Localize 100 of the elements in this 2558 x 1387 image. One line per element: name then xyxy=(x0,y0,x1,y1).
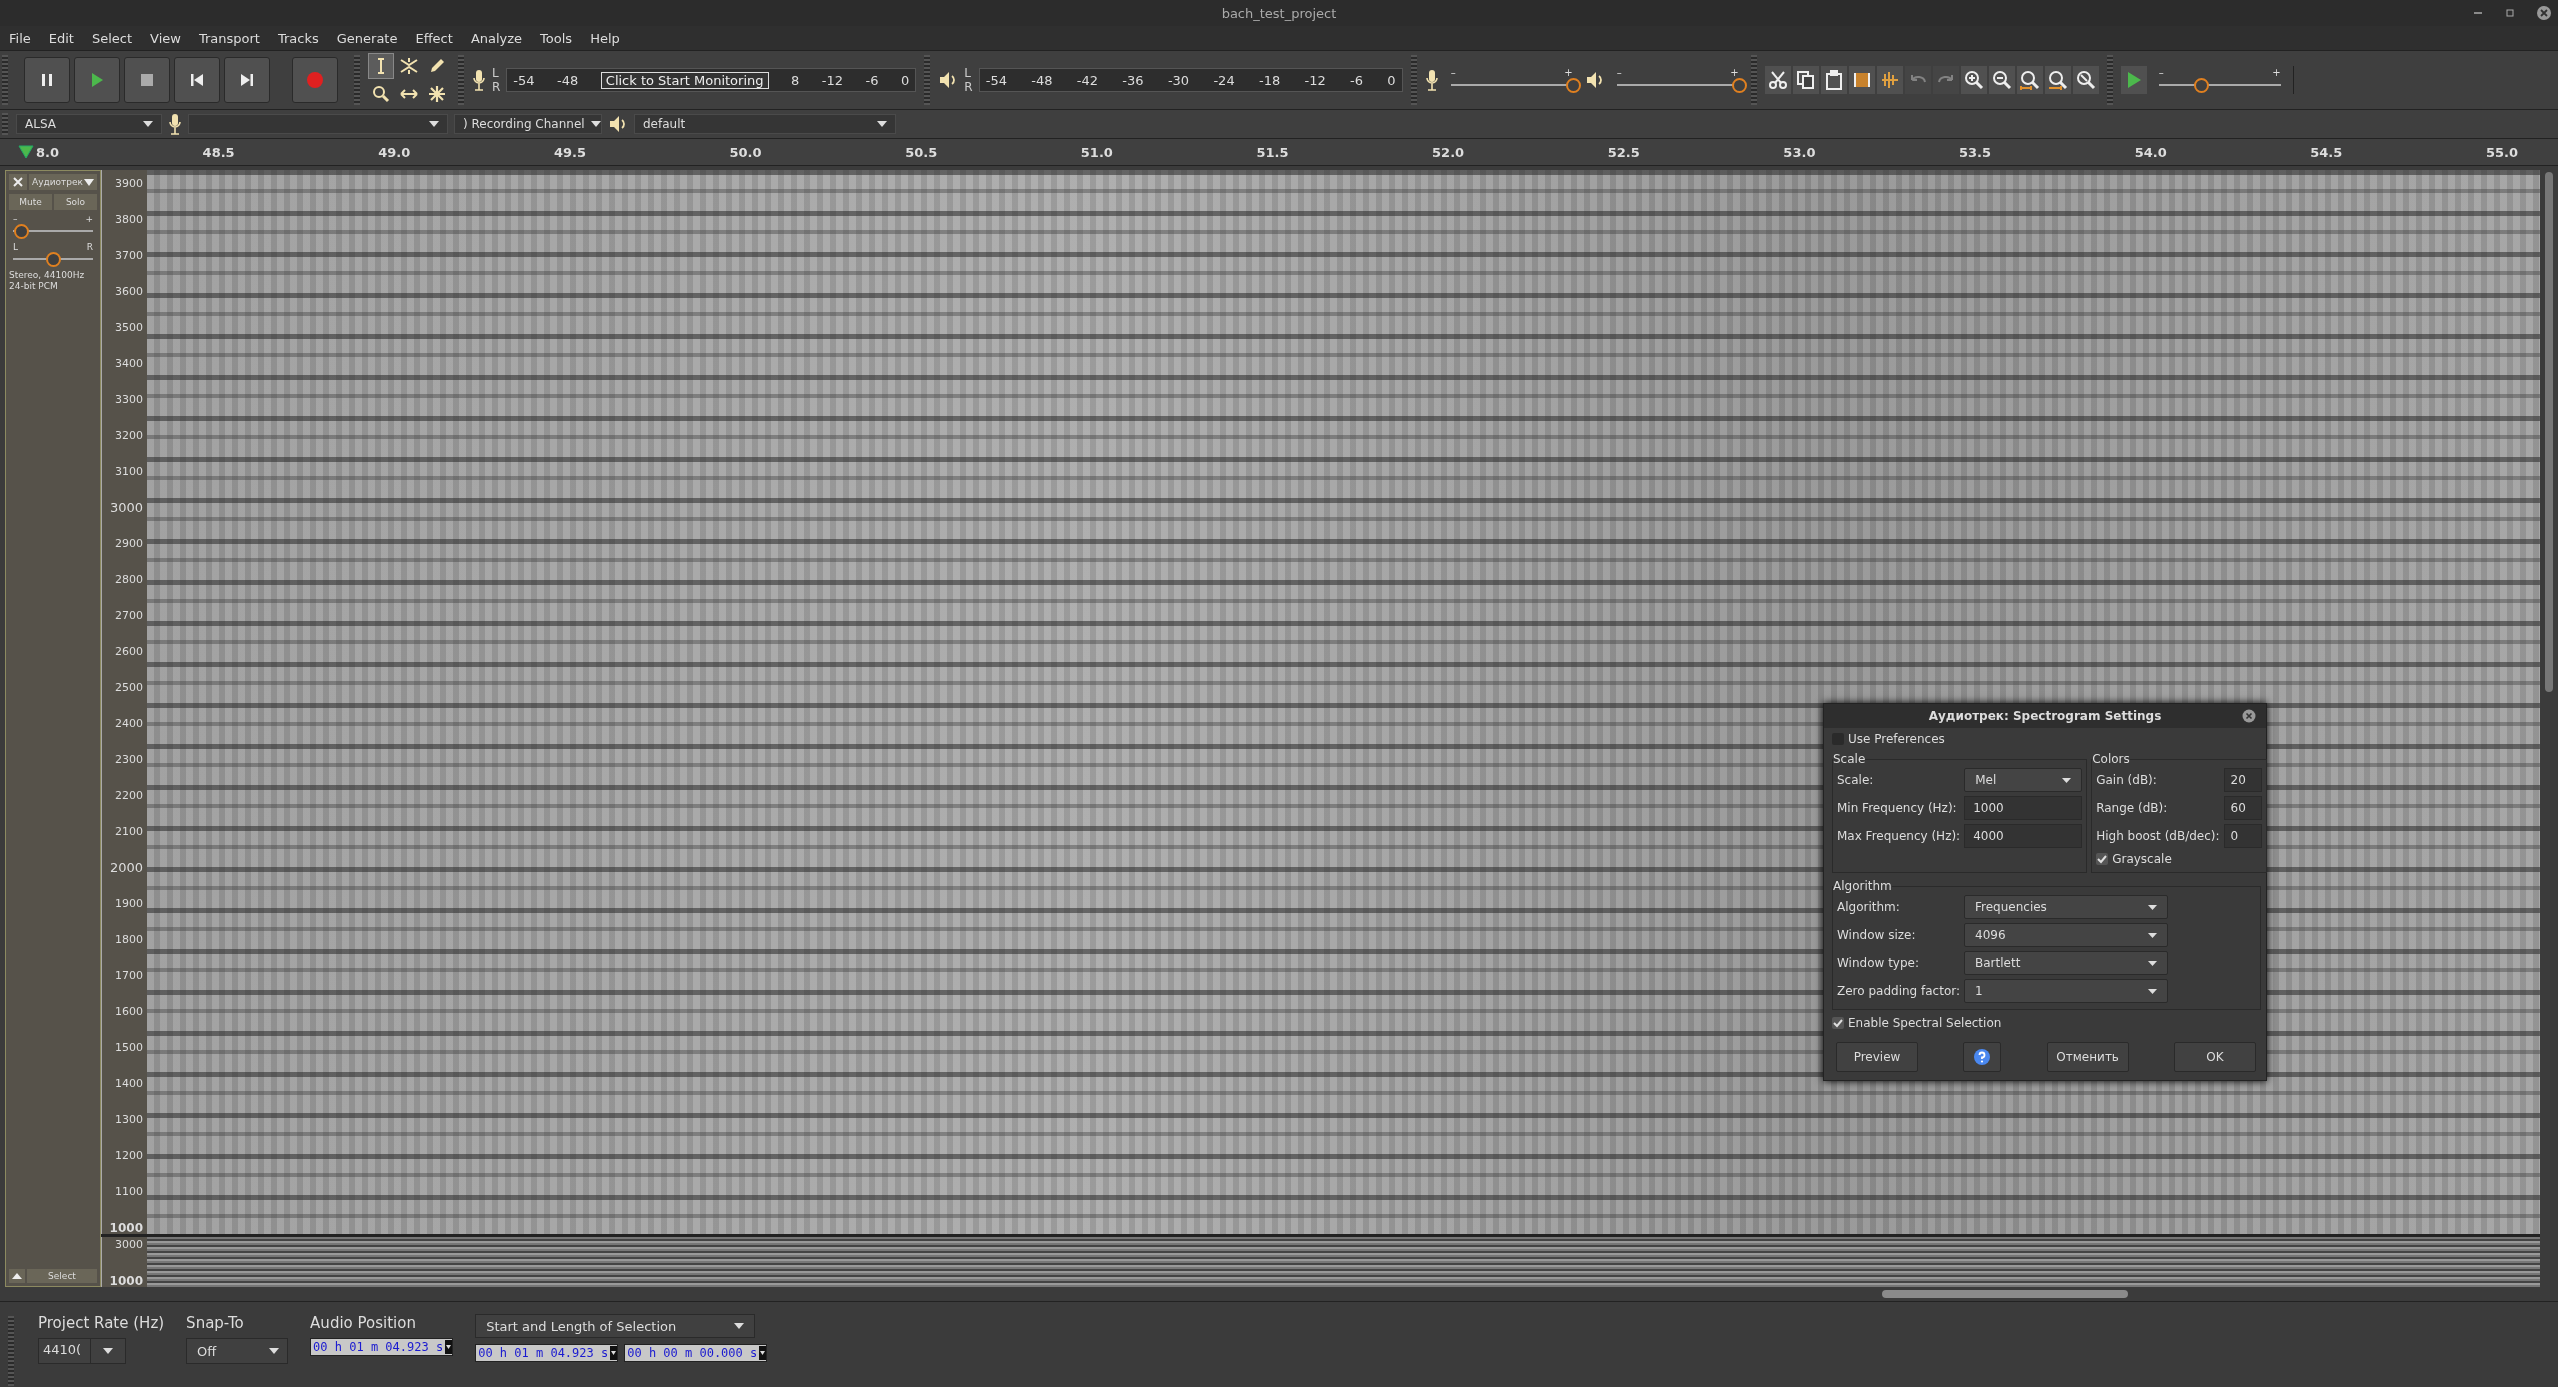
input-field[interactable]: 4000 xyxy=(1964,824,2083,848)
monitoring-prompt[interactable]: Click to Start Monitoring xyxy=(600,71,769,89)
input-field[interactable]: 1000 xyxy=(1964,796,2083,820)
select-track-button[interactable]: Select xyxy=(27,1269,97,1283)
menu-item[interactable]: Help xyxy=(590,30,620,46)
track-name-menu[interactable]: Аудиотрек xyxy=(29,174,97,190)
menu-item[interactable]: Tracks xyxy=(277,30,319,46)
frequency-scale-label: 2800 xyxy=(115,574,143,586)
input-field[interactable]: 0 xyxy=(2223,824,2262,848)
stop-button[interactable] xyxy=(124,57,170,103)
zoom-toggle-button[interactable] xyxy=(2072,66,2099,94)
play-at-speed-button[interactable] xyxy=(2120,66,2147,94)
spectrogram-drawing[interactable] xyxy=(147,170,2540,1234)
maximize-icon[interactable] xyxy=(2504,7,2516,19)
trim-button[interactable] xyxy=(1848,66,1875,94)
playback-speed-slider[interactable] xyxy=(2194,78,2210,93)
caret-icon xyxy=(2062,777,2072,783)
menu-item[interactable]: Edit xyxy=(48,30,74,46)
paste-button[interactable] xyxy=(1820,66,1847,94)
ruler-label: 55.0 xyxy=(2485,144,2518,160)
fit-project-button[interactable] xyxy=(2044,66,2071,94)
magnifier-icon xyxy=(372,85,390,103)
gain-slider[interactable] xyxy=(14,224,29,239)
frequency-scale-label: 2600 xyxy=(115,646,143,658)
checkbox[interactable] xyxy=(1832,1017,1844,1029)
dropdown[interactable]: 1 xyxy=(1964,979,2168,1003)
clipboard-icon xyxy=(1823,70,1844,90)
ok-button[interactable]: OK xyxy=(2174,1042,2256,1072)
time-field[interactable]: 00 h 00 m 00.000 s xyxy=(624,1344,768,1362)
input-field[interactable]: 20 xyxy=(2223,768,2262,792)
pause-button[interactable] xyxy=(24,57,70,103)
input-field[interactable]: 60 xyxy=(2223,796,2262,820)
preview-button[interactable]: Preview xyxy=(1836,1042,1918,1072)
close-track-button[interactable] xyxy=(9,174,27,190)
caret-icon xyxy=(590,121,601,127)
caret-icon xyxy=(877,121,887,127)
time-field[interactable]: 00 h 01 m 04.923 s xyxy=(310,1338,454,1356)
snap-to-dropdown[interactable]: Off xyxy=(186,1338,289,1364)
selection-mode-dropdown[interactable]: Start and Length of Selection xyxy=(475,1314,756,1338)
frequency-scale-label: 2400 xyxy=(115,718,143,730)
frequency-scale-label: 1700 xyxy=(115,970,143,982)
menu-item[interactable]: Generate xyxy=(336,30,398,46)
frequency-scale-label: 2100 xyxy=(115,826,143,838)
silence-button[interactable] xyxy=(1876,66,1903,94)
help-button[interactable] xyxy=(1963,1042,2002,1072)
field-label: Max Frequency (Hz): xyxy=(1837,829,1961,843)
cut-button[interactable] xyxy=(1764,66,1791,94)
checkbox-label: Enable Spectral Selection xyxy=(1848,1016,2002,1030)
caret-icon[interactable] xyxy=(445,1340,453,1354)
record-button[interactable] xyxy=(292,57,338,103)
menu-item[interactable]: Effect xyxy=(415,30,453,46)
audio-host-dropdown[interactable]: ALSA xyxy=(16,114,162,134)
scale-dropdown[interactable]: Mel xyxy=(1964,768,2083,792)
microphone-icon[interactable] xyxy=(472,69,486,91)
vertical-scrollbar[interactable] xyxy=(2545,172,2553,692)
spectrogram-drawing[interactable] xyxy=(147,1237,2540,1287)
pause-icon xyxy=(39,72,55,88)
solo-button[interactable]: Solo xyxy=(54,194,97,210)
toolbar-grip[interactable] xyxy=(2,113,8,135)
skip-to-end-button[interactable] xyxy=(224,57,270,103)
copy-button[interactable] xyxy=(1792,66,1819,94)
pan-slider[interactable] xyxy=(46,252,61,267)
recording-channels-dropdown[interactable]: ) Recording Channel xyxy=(454,114,602,134)
checkbox[interactable] xyxy=(2096,853,2109,865)
cancel-button[interactable]: Отменить xyxy=(2046,1042,2129,1072)
checkbox-label: Use Preferences xyxy=(1848,732,1945,746)
collapse-button[interactable] xyxy=(9,1269,25,1283)
menu-item[interactable]: Transport xyxy=(198,30,260,46)
menu-item[interactable]: Tools xyxy=(540,30,573,46)
playback-volume-slider[interactable] xyxy=(1731,78,1747,93)
speaker-icon xyxy=(608,114,628,134)
menu-item[interactable]: View xyxy=(150,30,181,46)
close-icon[interactable] xyxy=(2536,5,2552,21)
play-button[interactable] xyxy=(74,57,120,103)
play-head-icon[interactable] xyxy=(18,145,34,159)
zoom-out-button[interactable] xyxy=(1988,66,2015,94)
horizontal-scrollbar[interactable] xyxy=(1882,1290,2128,1298)
caret-icon[interactable] xyxy=(759,1346,767,1360)
frequency-scale-label: 3100 xyxy=(115,466,143,478)
time-field[interactable]: 00 h 01 m 04.923 s xyxy=(475,1344,619,1362)
zoom-in-button[interactable] xyxy=(1960,66,1987,94)
fit-selection-button[interactable] xyxy=(2016,66,2043,94)
close-icon[interactable] xyxy=(2242,709,2256,723)
dropdown[interactable]: 4096 xyxy=(1964,923,2168,947)
menu-item[interactable]: Select xyxy=(91,30,133,46)
skip-to-start-button[interactable] xyxy=(174,57,220,103)
caret-icon[interactable] xyxy=(610,1346,618,1360)
menu-item[interactable]: Analyze xyxy=(470,30,523,46)
frequency-scale-label: 1900 xyxy=(115,898,143,910)
recording-volume-slider[interactable] xyxy=(1565,78,1581,93)
ibeam-tool-button[interactable] xyxy=(368,53,394,79)
menu-item[interactable]: File xyxy=(9,30,31,46)
dropdown[interactable]: Frequencies xyxy=(1964,895,2168,919)
dropdown[interactable]: Bartlett xyxy=(1964,951,2168,975)
timeline-ruler[interactable]: 8.0 48.5 49.0 49.5 50.0 50.5 51.0 51.5 52.0 52.5 53.0 53.5 54.0 54.5 55.0 xyxy=(0,139,2558,166)
project-rate-dropdown[interactable]: 4410( xyxy=(38,1338,126,1364)
playback-device-dropdown[interactable]: default xyxy=(634,114,896,134)
playback-meter[interactable]: -54 -48 -42 -36 -30 -24 -18 -12 -6 0 xyxy=(978,68,1403,92)
recording-meter[interactable]: -54 -48 Click to Start Monitoring 8 -12 -6 0 xyxy=(506,68,917,92)
mute-button[interactable]: Mute xyxy=(9,194,52,210)
